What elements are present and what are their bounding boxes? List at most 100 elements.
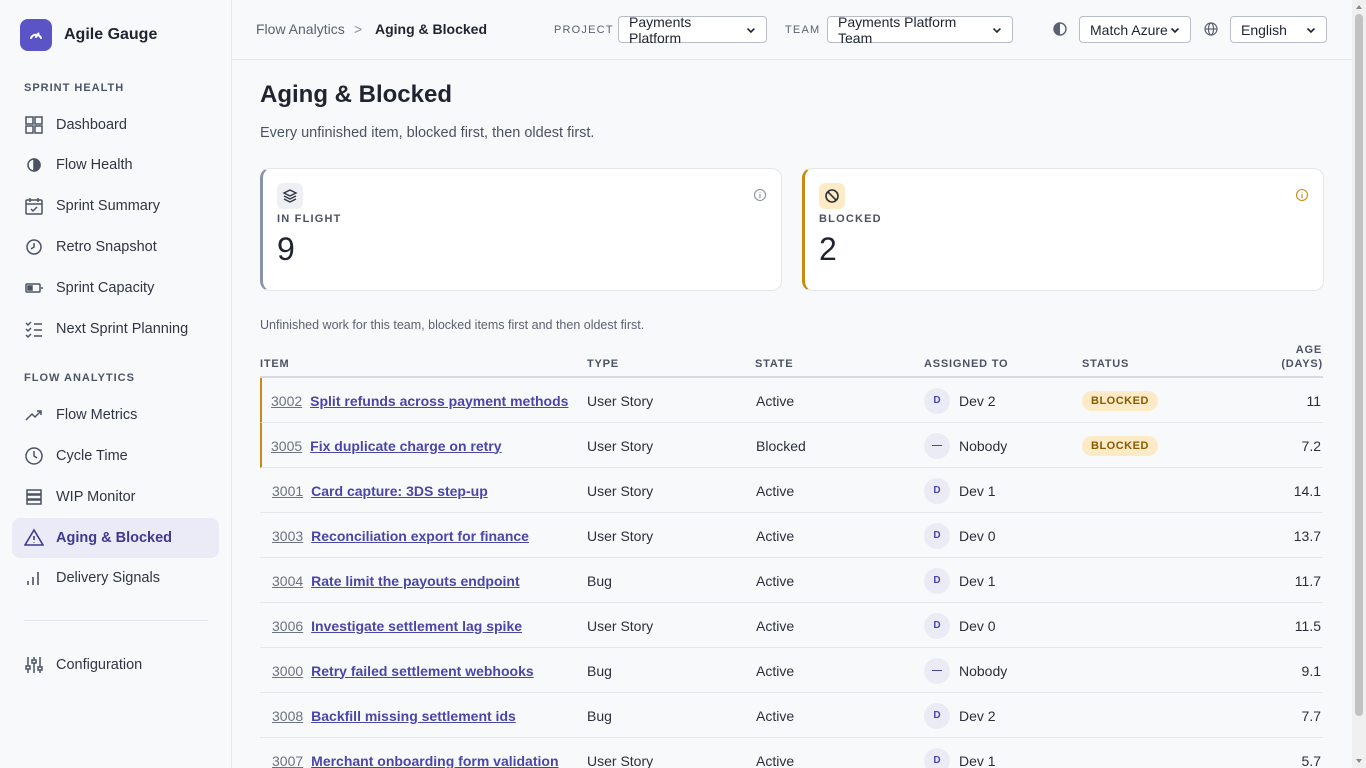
table-row[interactable]: 3004 Rate limit the payouts endpoint Bug Ac… <box>260 558 1323 603</box>
item-id-link[interactable]: 3007 <box>272 753 303 768</box>
item-title-link[interactable]: Rate limit the payouts endpoint <box>311 573 519 589</box>
breadcrumb-separator: > <box>354 21 363 37</box>
header-type: TYPE <box>587 358 619 370</box>
type-cell: User Story <box>587 527 654 544</box>
avatar: D <box>924 477 950 504</box>
header-state: STATE <box>755 358 794 370</box>
theme-select[interactable]: Match Azure <box>1079 16 1191 43</box>
item-title-link[interactable]: Backfill missing settlement ids <box>311 708 516 724</box>
item-title-link[interactable]: Split refunds across payment methods <box>310 393 568 409</box>
avatar: D <box>924 612 950 639</box>
info-icon[interactable] <box>1295 188 1309 202</box>
item-id-link[interactable]: 3001 <box>272 483 303 499</box>
sidebar-item-label: Configuration <box>56 657 143 673</box>
item-cell: 3005 Fix duplicate charge on retry <box>271 423 502 468</box>
table-row[interactable]: 3003 Reconciliation export for finance Use… <box>260 513 1323 558</box>
project-select-value: Payments Platform <box>629 13 692 46</box>
clock-icon <box>26 239 42 255</box>
table-row[interactable]: 3008 Backfill missing settlement ids Bug Ac… <box>260 693 1323 738</box>
item-id-link[interactable]: 3003 <box>272 528 303 544</box>
table-header: ITEM TYPE STATE ASSIGNED TO STATUS AGE (… <box>260 343 1323 378</box>
bars-icon <box>27 572 39 585</box>
item-id-link[interactable]: 3004 <box>272 573 303 589</box>
sidebar-item-next-sprint-planning[interactable]: Next Sprint Planning <box>12 309 219 349</box>
project-select[interactable]: Payments Platform <box>618 13 767 46</box>
language-select[interactable]: English <box>1230 16 1327 43</box>
sidebar-item-label: Retro Snapshot <box>56 239 157 255</box>
table-row[interactable]: 3007 Merchant onboarding form validation U… <box>260 738 1323 768</box>
scrollbar-thumb[interactable] <box>1355 14 1363 716</box>
assignee-name: Nobody <box>959 662 1008 679</box>
status-cell: BLOCKED <box>1082 378 1158 423</box>
age-cell: 7.7 <box>1301 707 1321 724</box>
assignee-name: Dev 2 <box>959 392 996 409</box>
breadcrumb-current: Aging & Blocked <box>375 21 488 37</box>
item-title-link[interactable]: Reconciliation export for finance <box>311 528 529 544</box>
sidebar-item-configuration[interactable]: Configuration <box>12 645 219 685</box>
item-title-link[interactable]: Card capture: 3DS step-up <box>311 483 488 499</box>
item-cell: 3000 Retry failed settlement webhooks <box>272 648 534 693</box>
avatar: D <box>924 522 950 549</box>
table-row[interactable]: 3006 Investigate settlement lag spike User… <box>260 603 1323 648</box>
blocked-value: 2 <box>819 231 837 267</box>
assigned-cell: D Dev 1 <box>924 738 996 768</box>
sidebar-item-wip-monitor[interactable]: WIP Monitor <box>12 477 219 517</box>
type-cell: User Story <box>587 617 654 634</box>
sidebar-item-cycle-time[interactable]: Cycle Time <box>12 436 219 476</box>
sidebar-item-sprint-summary[interactable]: Sprint Summary <box>12 186 219 226</box>
age-cell: 7.2 <box>1301 437 1321 454</box>
item-id-link[interactable]: 3008 <box>272 708 303 724</box>
sidebar-item-aging-blocked[interactable]: Aging & Blocked <box>12 518 219 558</box>
state-cell: Blocked <box>756 437 806 454</box>
table-row[interactable]: 3001 Card capture: 3DS step-up User Story A… <box>260 468 1323 513</box>
page-subtitle: Every unfinished item, blocked first, th… <box>260 125 595 141</box>
table-row[interactable]: 3002 Split refunds across payment methods… <box>260 378 1323 423</box>
sidebar-item-sprint-capacity[interactable]: Sprint Capacity <box>12 268 219 308</box>
team-select[interactable]: Payments Platform Team <box>827 14 1013 46</box>
sidebar-item-label: Cycle Time <box>56 448 128 464</box>
item-id-link[interactable]: 3006 <box>272 618 303 634</box>
sidebar-item-flow-metrics[interactable]: Flow Metrics <box>12 395 219 435</box>
assignee-name: Dev 0 <box>959 617 996 634</box>
age-cell: 11.7 <box>1294 572 1321 589</box>
status-cell: BLOCKED <box>1082 423 1158 468</box>
sidebar-item-dashboard[interactable]: Dashboard <box>12 105 219 145</box>
item-id-link[interactable]: 3000 <box>272 663 303 679</box>
type-cell: Bug <box>587 707 612 724</box>
scrollbar[interactable] <box>1352 0 1366 768</box>
type-cell: User Story <box>587 437 654 454</box>
item-title-link[interactable]: Merchant onboarding form validation <box>311 753 558 768</box>
sidebar-item-label: Sprint Summary <box>56 198 160 214</box>
header-age-days: (DAYS) <box>1281 358 1323 370</box>
checklist-icon <box>25 321 42 339</box>
info-icon[interactable] <box>753 188 767 202</box>
item-id-link[interactable]: 3002 <box>271 393 302 409</box>
brand-name: Agile Gauge <box>64 26 158 43</box>
item-cell: 3004 Rate limit the payouts endpoint <box>272 558 520 603</box>
sidebar-item-flow-health[interactable]: Flow Health <box>12 145 219 185</box>
age-cell: 5.7 <box>1301 752 1321 768</box>
main-content: Aging & Blocked Every unfinished item, b… <box>232 61 1352 768</box>
assigned-cell: D Dev 2 <box>924 378 996 423</box>
table-row[interactable]: 3005 Fix duplicate charge on retry User St… <box>260 423 1323 468</box>
scroll-up-icon[interactable] <box>1355 3 1363 11</box>
breadcrumb-flow-analytics[interactable]: Flow Analytics <box>256 21 345 37</box>
item-cell: 3006 Investigate settlement lag spike <box>272 603 522 648</box>
blocked-icon <box>819 183 845 209</box>
sidebar-item-delivery-signals[interactable]: Delivery Signals <box>12 558 219 598</box>
top-header: Flow Analytics > Aging & Blocked PROJECT… <box>232 0 1352 60</box>
grid-icon <box>25 116 43 134</box>
item-title-link[interactable]: Investigate settlement lag spike <box>311 618 522 634</box>
age-cell: 11 <box>1306 392 1321 409</box>
brand[interactable]: Agile Gauge <box>20 19 157 51</box>
layers-icon <box>277 183 303 209</box>
item-title-link[interactable]: Retry failed settlement webhooks <box>311 663 534 679</box>
scroll-down-icon[interactable] <box>1355 757 1363 765</box>
in-flight-value: 9 <box>277 231 295 267</box>
age-cell: 9.1 <box>1301 662 1321 679</box>
sidebar-item-label: Next Sprint Planning <box>56 321 189 337</box>
item-title-link[interactable]: Fix duplicate charge on retry <box>310 438 501 454</box>
sidebar-item-retro-snapshot[interactable]: Retro Snapshot <box>12 227 219 267</box>
table-row[interactable]: 3000 Retry failed settlement webhooks Bug A… <box>260 648 1323 693</box>
item-id-link[interactable]: 3005 <box>271 438 302 454</box>
